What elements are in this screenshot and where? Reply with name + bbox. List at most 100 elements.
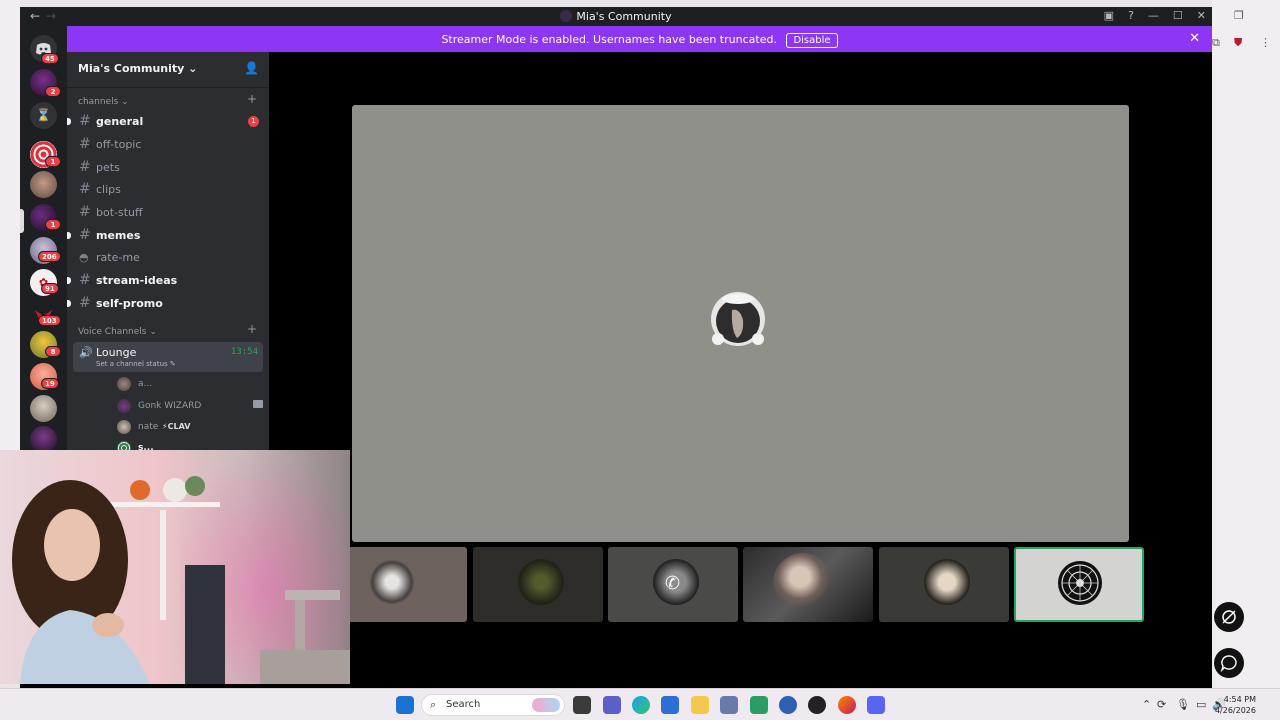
avatar [117, 377, 131, 391]
voice-user[interactable]: nate ⚡CLAV [73, 419, 263, 437]
search-icon: ⌕ [430, 698, 437, 711]
channel-general[interactable]: # general 1 [67, 111, 263, 131]
chat-app-icon[interactable] [603, 696, 621, 714]
clan-tag-label: CLAV [167, 422, 191, 431]
clan-tag: ⚡CLAV [162, 422, 190, 431]
focused-video-tile[interactable] [352, 105, 1129, 542]
banner-close-icon[interactable]: ✕ [1189, 31, 1200, 46]
minimize-button[interactable]: — [1148, 9, 1159, 22]
streamer-webcam-feed [0, 450, 350, 684]
guild-header[interactable]: Mia's Community ⌄ 👤 [67, 52, 269, 88]
channel-off-topic[interactable]: # off-topic [73, 134, 263, 154]
maximize-button[interactable]: ☐ [1173, 9, 1183, 22]
channel-name: general [96, 115, 144, 128]
add-user-icon[interactable]: 👤 [244, 61, 259, 75]
chat-icon[interactable] [1214, 648, 1244, 678]
video-tile[interactable] [473, 547, 603, 622]
screen: ❐ ⧉ ⛊ ⋮ ← → Mia's Community ▣ ? — ☐ ✕ St… [0, 0, 1280, 720]
chevron-up-icon[interactable]: ⌃ [1142, 698, 1151, 711]
channel-clips[interactable]: # clips [73, 179, 263, 199]
channel-status-prompt[interactable]: Set a channel status ✎ [96, 360, 176, 368]
home-badge: 45 [41, 53, 59, 64]
restore-icon[interactable]: ❐ [1234, 9, 1244, 22]
pencil-icon: ✎ [169, 360, 176, 368]
channel-bot-stuff[interactable]: # bot-stuff [73, 202, 263, 222]
hash-icon: # [79, 272, 91, 288]
server-icon[interactable] [30, 395, 57, 422]
channel-category[interactable]: channels ⌄ [78, 97, 129, 107]
server-badge: 91 [41, 283, 59, 294]
webcam-overlay [0, 450, 350, 684]
channel-self-promo[interactable]: # self-promo [67, 293, 263, 313]
app-icon[interactable] [750, 696, 768, 714]
start-icon[interactable] [396, 696, 414, 714]
unread-pip [67, 300, 71, 307]
video-tile[interactable] [879, 547, 1009, 622]
add-channel-icon[interactable]: + [247, 92, 257, 106]
slash-icon[interactable] [1214, 602, 1244, 632]
app-icon[interactable] [720, 696, 738, 714]
help-icon[interactable]: ? [1128, 9, 1134, 22]
system-clock[interactable]: 4:54 PM 4/26/2026 [1215, 694, 1256, 716]
search-box[interactable]: ⌕ Search [421, 694, 565, 716]
channel-name: self-promo [96, 297, 163, 310]
server-badge: 8 [45, 346, 61, 357]
channel-memes[interactable]: # memes [67, 225, 263, 245]
video-tile[interactable]: ✆ [608, 547, 738, 622]
server-icon[interactable] [30, 171, 57, 198]
menu-icon[interactable]: ⋮ [1260, 36, 1271, 49]
store-icon[interactable] [661, 696, 679, 714]
file-explorer-icon[interactable] [691, 696, 709, 714]
video-tile[interactable] [743, 547, 873, 622]
channel-pets[interactable]: # pets [73, 157, 263, 177]
channel-rate-me[interactable]: ◓ rate-me [73, 247, 263, 267]
inbox-icon[interactable]: ▣ [1104, 9, 1114, 22]
hash-icon: # [79, 136, 91, 152]
channel-stream-ideas[interactable]: # stream-ideas [67, 270, 263, 290]
server-badge: 2 [45, 86, 61, 97]
disable-button[interactable]: Disable [786, 33, 838, 48]
search-label: Search [446, 699, 481, 710]
app-icon[interactable] [779, 696, 797, 714]
voice-user[interactable]: a... [73, 376, 263, 394]
video-tile[interactable] [337, 547, 467, 622]
edge-icon[interactable] [632, 696, 650, 714]
mention-badge: 1 [248, 116, 259, 127]
speaker-icon: 🔊 [79, 346, 93, 359]
channel-name: off-topic [96, 138, 142, 151]
avatar [369, 559, 415, 605]
camera-icon [253, 400, 263, 408]
channel-sidebar: Mia's Community ⌄ 👤 channels ⌄ + # gener… [67, 52, 269, 457]
voice-user-name: Gonk WIZARD [138, 401, 202, 411]
channel-name: rate-me [96, 251, 140, 264]
voice-user[interactable]: Gonk WIZARD [73, 398, 263, 416]
close-button[interactable]: ✕ [1197, 9, 1206, 22]
video-tile-active[interactable] [1014, 547, 1144, 622]
firefox-icon[interactable] [838, 696, 856, 714]
voice-user-name: a... [138, 379, 153, 389]
voice-category[interactable]: Voice Channels ⌄ [78, 327, 157, 337]
display-icon[interactable]: ▭ [1196, 698, 1206, 711]
sync-icon[interactable]: ⟳ [1157, 698, 1166, 711]
app-icon[interactable] [808, 696, 826, 714]
clock-time: 4:54 PM [1223, 695, 1256, 704]
extension-icon[interactable]: ⧉ [1212, 36, 1220, 50]
voice-channel-lounge[interactable]: 🔊 Lounge 13:54 Set a channel status ✎ [73, 342, 263, 372]
channel-name: pets [96, 161, 120, 174]
server-badge: 1 [45, 219, 61, 230]
search-highlight-icon [532, 698, 560, 712]
chat-bubble-icon [1220, 655, 1237, 672]
server-icon[interactable] [30, 426, 57, 453]
unread-pip [67, 232, 71, 239]
forum-icon: ◓ [79, 251, 89, 264]
hourglass-icon[interactable]: ⌛ [30, 102, 57, 129]
add-voice-channel-icon[interactable]: + [247, 322, 257, 336]
hash-icon: # [79, 159, 91, 175]
shield-icon[interactable]: ⛊ [1234, 36, 1242, 50]
microphone-icon[interactable]: 🎙 [1176, 698, 1190, 711]
task-view-icon[interactable] [573, 696, 591, 714]
avatar [518, 559, 564, 605]
discord-icon[interactable] [867, 696, 885, 714]
background-browser-right-strip: ❐ ⧉ ⛊ ⋮ [1212, 0, 1280, 688]
channel-name: clips [96, 183, 121, 196]
